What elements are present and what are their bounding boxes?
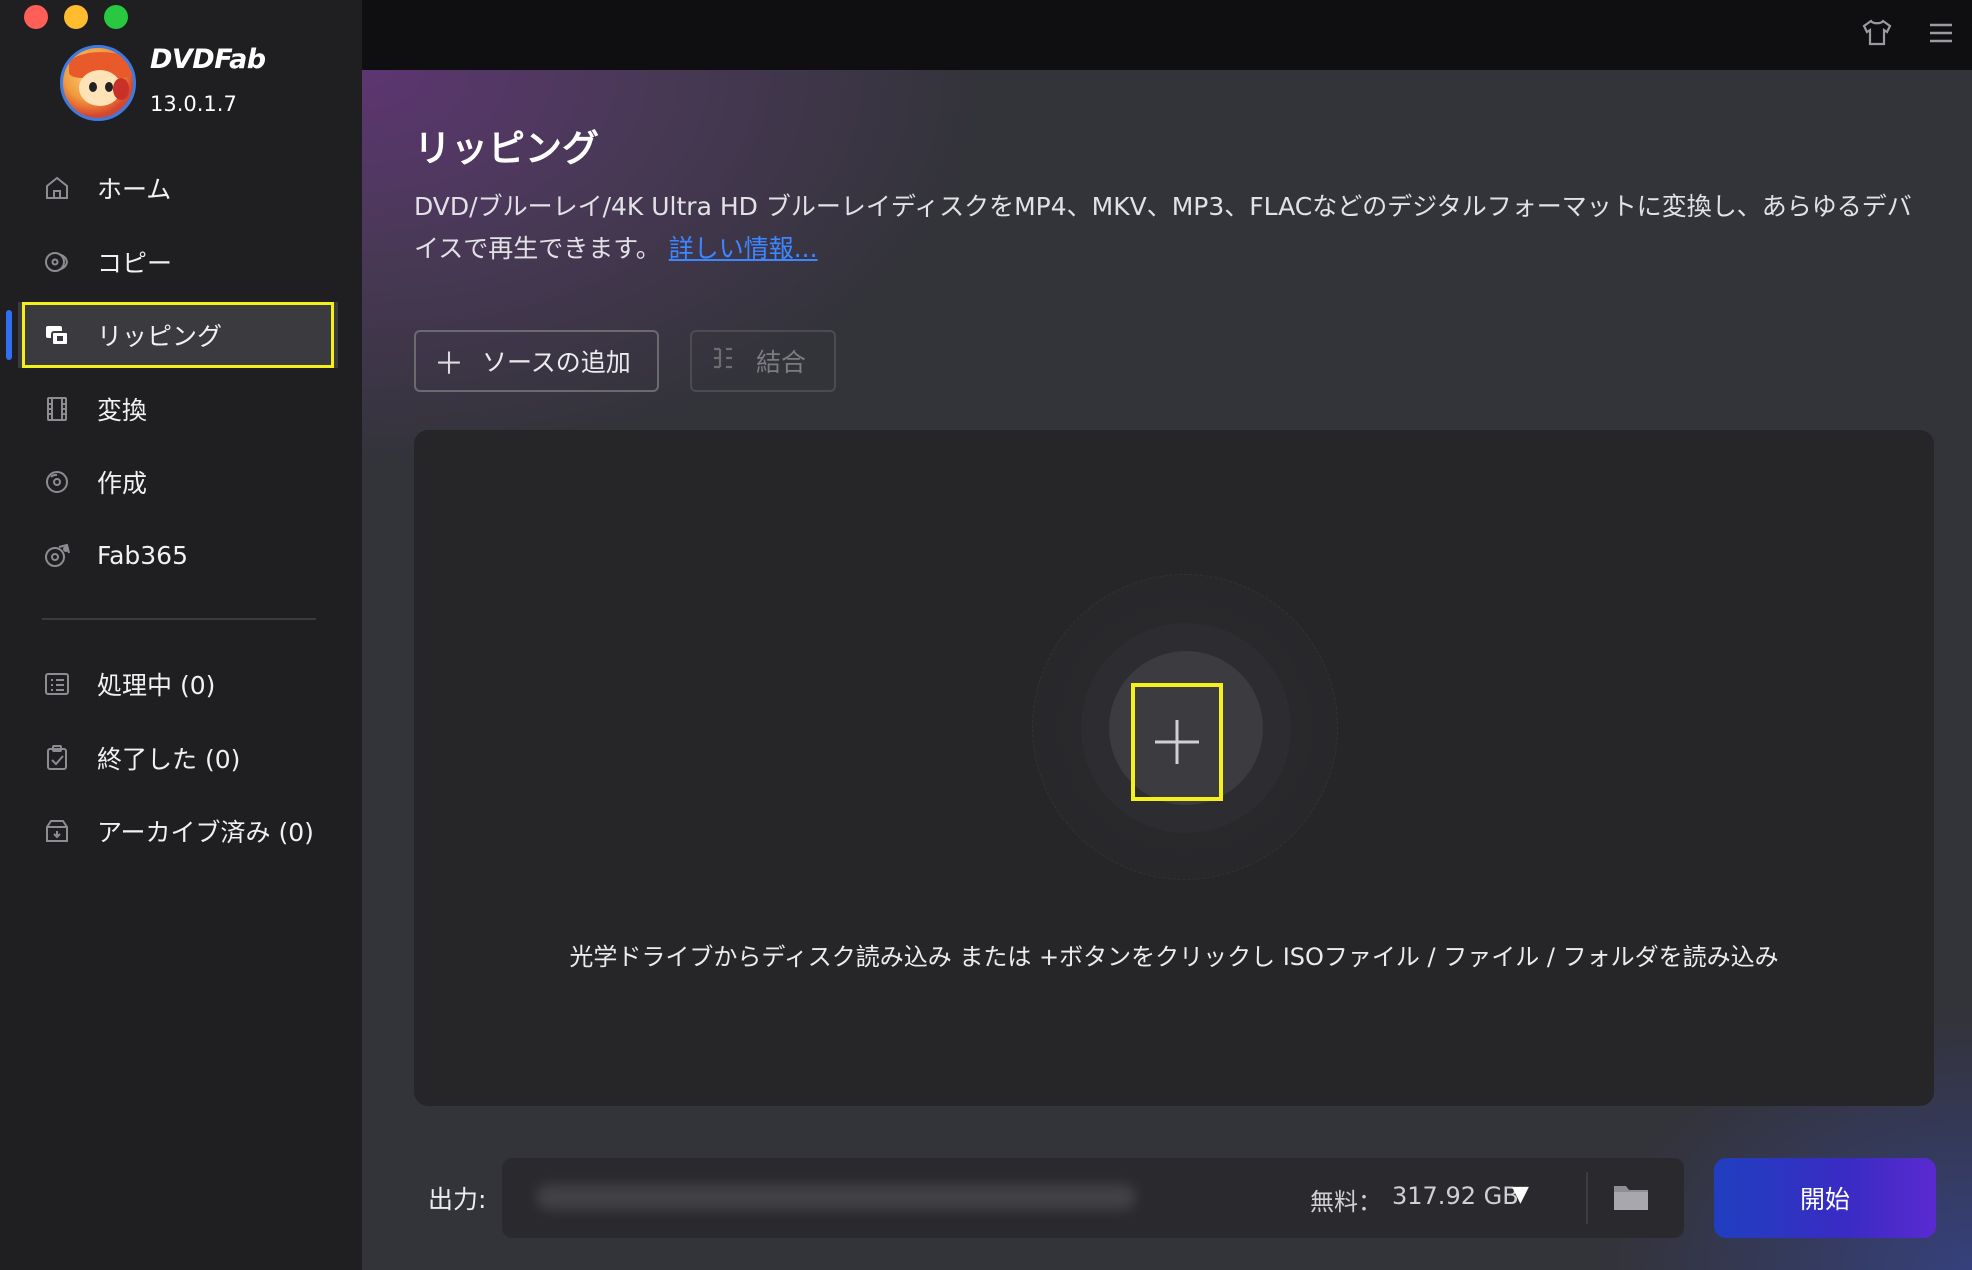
- output-path-blurred: [536, 1184, 1136, 1210]
- ripper-icon: [42, 320, 72, 350]
- window-maximize-button[interactable]: [104, 5, 128, 29]
- plus-icon: ＋: [434, 347, 464, 382]
- sidebar-item-label: アーカイブ済み (0): [97, 818, 314, 847]
- list-icon: [42, 669, 72, 699]
- sidebar-item-convert[interactable]: 変換: [0, 376, 362, 442]
- brand-name: DVDFab: [150, 44, 266, 75]
- film-icon: [42, 394, 72, 424]
- brand-logo-icon: [60, 45, 136, 121]
- more-info-link[interactable]: 詳しい情報...: [669, 234, 818, 263]
- description-text: DVD/ブルーレイ/4K Ultra HD ブルーレイディスクをMP4、MKV、…: [414, 192, 1912, 263]
- theme-shirt-icon[interactable]: [1860, 16, 1894, 50]
- home-icon: [42, 173, 72, 203]
- sidebar-item-label: 処理中 (0): [97, 671, 216, 700]
- page-title: リッピング: [414, 127, 599, 170]
- sidebar-item-home[interactable]: ホーム: [0, 155, 362, 221]
- disc-create-icon: [42, 467, 72, 497]
- merge-icon: [710, 345, 736, 377]
- main-content: リッピング DVD/ブルーレイ/4K Ultra HD ブルーレイディスクをMP…: [362, 70, 1972, 1270]
- add-source-label: ソースの追加: [482, 348, 631, 377]
- page-description: DVD/ブルーレイ/4K Ultra HD ブルーレイディスクをMP4、MKV、…: [414, 186, 1934, 270]
- sidebar-item-fab365[interactable]: Fab365: [0, 523, 362, 589]
- add-source-ring: [1032, 574, 1338, 880]
- sidebar-item-label: Fab365: [97, 541, 188, 570]
- caret-down-icon[interactable]: ▼: [1512, 1182, 1529, 1207]
- sidebar-item-label: 作成: [97, 469, 148, 498]
- window-controls: [24, 5, 128, 29]
- sidebar-item-ripper[interactable]: リッピング: [6, 302, 338, 368]
- merge-button[interactable]: 結合: [690, 330, 836, 392]
- sidebar: DVDFab 13.0.1.7 ホーム コピー リッピング 変換 作成 Fab3…: [0, 0, 362, 1270]
- start-button[interactable]: 開始: [1714, 1158, 1936, 1238]
- merge-label: 結合: [756, 348, 807, 377]
- drop-hint-text: 光学ドライブからディスク読み込み または +ボタンをクリックし ISOファイル …: [569, 943, 1779, 971]
- free-space-value: 317.92 GB: [1392, 1182, 1519, 1210]
- free-space-label: 無料：: [1310, 1188, 1382, 1216]
- sidebar-item-label: リッピング: [97, 322, 223, 351]
- fab365-icon: [42, 541, 72, 571]
- sidebar-item-archived[interactable]: アーカイブ済み (0): [0, 798, 362, 864]
- sidebar-item-copy[interactable]: コピー: [0, 229, 362, 295]
- output-path-field[interactable]: 無料： 317.92 GB ▼: [502, 1158, 1684, 1238]
- copy-disc-icon: [42, 247, 72, 277]
- queue-nav: 処理中 (0) 終了した (0) アーカイブ済み (0): [0, 651, 362, 872]
- add-file-button[interactable]: [1131, 683, 1223, 801]
- add-source-button[interactable]: ＋ ソースの追加: [414, 330, 659, 392]
- output-label: 出力:: [428, 1185, 487, 1214]
- sidebar-item-label: ホーム: [97, 175, 172, 204]
- archive-icon: [42, 816, 72, 846]
- sidebar-item-label: 変換: [97, 395, 148, 425]
- sidebar-item-create[interactable]: 作成: [0, 449, 362, 515]
- main-nav: ホーム コピー リッピング 変換 作成 Fab365: [0, 155, 362, 596]
- sidebar-divider: [42, 618, 316, 620]
- window-close-button[interactable]: [24, 5, 48, 29]
- plus-icon: [1155, 720, 1199, 764]
- drop-zone[interactable]: 光学ドライブからディスク読み込み または +ボタンをクリックし ISOファイル …: [414, 430, 1934, 1106]
- window-minimize-button[interactable]: [64, 5, 88, 29]
- title-bar: [362, 0, 1972, 70]
- app-version: 13.0.1.7: [150, 92, 237, 116]
- output-divider: [1586, 1172, 1588, 1224]
- sidebar-item-processing[interactable]: 処理中 (0): [0, 651, 362, 717]
- folder-icon[interactable]: [1612, 1180, 1650, 1214]
- clipboard-check-icon: [42, 743, 72, 773]
- menu-icon[interactable]: [1924, 16, 1958, 50]
- sidebar-item-label: コピー: [97, 248, 173, 278]
- sidebar-item-label: 終了した (0): [97, 744, 241, 774]
- sidebar-item-finished[interactable]: 終了した (0): [0, 725, 362, 791]
